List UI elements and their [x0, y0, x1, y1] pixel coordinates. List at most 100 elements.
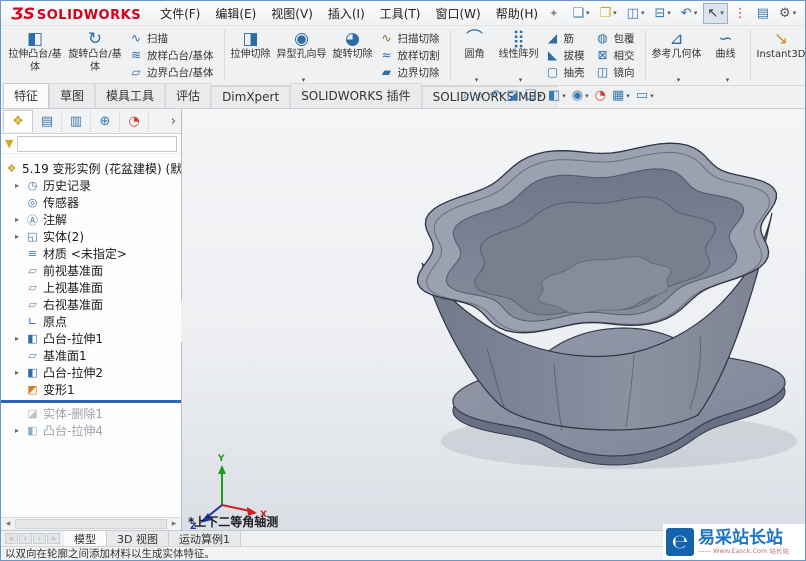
tree-item[interactable]: ▸ ◧ 凸台-拉伸2	[1, 364, 181, 381]
headsup-button[interactable]: ◧ ▾	[548, 88, 566, 103]
ribbon-button[interactable]: ⌒ 圆角 ▾	[454, 26, 496, 85]
command-tab[interactable]: 草图	[49, 83, 96, 108]
quickbar-button[interactable]: ❐ ▾	[596, 3, 621, 24]
headsup-button[interactable]: ⌕	[476, 88, 483, 103]
headsup-button[interactable]: ◔	[595, 88, 606, 103]
dropdown-icon[interactable]: ▾	[519, 76, 523, 85]
tree-item[interactable]: ▸ ∟ 原点	[1, 313, 181, 330]
dropdown-icon[interactable]: ▾	[650, 92, 654, 100]
quickbar-button[interactable]: ⚙ ▾	[775, 3, 800, 24]
ribbon-button[interactable]: ▱ 边界凸台/基体	[127, 64, 219, 80]
ribbon-button[interactable]: ◧ 拉伸凸台/基体	[5, 26, 65, 85]
tree-item[interactable]: ▸ ❖ 5.19 变形实例 (花盆建模) (默认<<默	[1, 160, 181, 177]
panel-tab[interactable]: ▤	[33, 110, 62, 132]
dropdown-icon[interactable]: ▾	[613, 9, 617, 17]
ribbon-button[interactable]: ≈ 放样切割	[378, 47, 445, 63]
menu-item[interactable]: 窗口(W)	[428, 2, 487, 25]
tree-item[interactable]: ▸ ▱ 基准面1	[1, 347, 181, 364]
study-tab[interactable]: 3D 视图	[107, 531, 169, 546]
tree-item[interactable]: ▸ ▱ 上视基准面	[1, 279, 181, 296]
quickbar-button[interactable]: ⚓	[802, 3, 805, 24]
rollback-bar[interactable]	[1, 400, 181, 403]
panel-tab[interactable]: ◔	[120, 110, 149, 132]
menu-item[interactable]: 视图(V)	[264, 2, 320, 25]
graphics-area[interactable]: YXZ *上下二等角轴测	[182, 109, 805, 530]
ribbon-button[interactable]: ◫ 镜向	[594, 64, 640, 80]
sheet-nav-button[interactable]: «	[5, 533, 18, 544]
expand-arrow-icon[interactable]: ▸	[15, 426, 25, 435]
headsup-button[interactable]: ↶	[490, 88, 501, 103]
scrollbar-thumb[interactable]	[15, 519, 167, 529]
panel-tab[interactable]: ▥	[62, 110, 91, 132]
quickbar-button[interactable]: ◫ ▾	[623, 3, 649, 24]
command-tab[interactable]: 特征	[3, 83, 50, 108]
panel-hscrollbar[interactable]: ◂ ▸	[1, 517, 181, 530]
chevron-right-icon[interactable]: ›	[171, 114, 176, 129]
ribbon-button[interactable]: ⊿ 参考几何体 ▾	[649, 26, 705, 85]
quickbar-button[interactable]: ❏ ▾	[568, 3, 593, 24]
tree-item[interactable]: ▸ ◱ 实体(2)	[1, 228, 181, 245]
expand-arrow-icon[interactable]: ▸	[15, 232, 25, 241]
dropdown-icon[interactable]: ▾	[677, 76, 681, 85]
headsup-button[interactable]: ◉ ▾	[572, 88, 589, 103]
ribbon-button[interactable]: ≋ 放样凸台/基体	[127, 47, 219, 63]
dropdown-icon[interactable]: ▾	[538, 92, 542, 100]
expand-arrow-icon[interactable]: ▸	[15, 334, 25, 343]
dropdown-icon[interactable]: ▾	[562, 92, 566, 100]
command-tab[interactable]: DimXpert	[211, 86, 291, 108]
panel-tab[interactable]: ❖	[3, 110, 33, 132]
ribbon-button[interactable]: ∿ 扫描切除	[378, 30, 445, 46]
menu-item[interactable]: 插入(I)	[321, 2, 372, 25]
sheet-nav-button[interactable]: ›	[33, 533, 46, 544]
dropdown-icon[interactable]: ▾	[667, 9, 671, 17]
ribbon-button[interactable]: ▰ 边界切除	[378, 64, 445, 80]
menu-item[interactable]: 工具(T)	[373, 2, 428, 25]
ribbon-button[interactable]: ◣ 拔模	[544, 47, 590, 63]
tree-item[interactable]: ▸ ◷ 历史记录	[1, 177, 181, 194]
study-tab[interactable]: 模型	[64, 531, 107, 546]
tree-filter-input[interactable]	[17, 135, 177, 152]
ribbon-button[interactable]: ⣿ 线性阵列 ▾	[496, 26, 542, 85]
panel-tab[interactable]: ⊕	[91, 110, 120, 132]
tree-item[interactable]: ▸ ≡ 材质 <未指定>	[1, 245, 181, 262]
ribbon-button[interactable]: ◍ 包覆	[594, 30, 640, 46]
dropdown-icon[interactable]: ▾	[694, 9, 698, 17]
ribbon-button[interactable]: ↻ 旋转凸台/基体	[65, 26, 125, 85]
sheet-nav-button[interactable]: »	[47, 533, 60, 544]
tree-item[interactable]: ▸ ◩ 变形1	[1, 381, 181, 398]
ribbon-button[interactable]: ◕ 旋转切除	[330, 26, 376, 85]
scroll-left-icon[interactable]: ◂	[3, 519, 13, 529]
tree-item[interactable]: ▸ ◪ 实体-删除1	[1, 405, 181, 422]
command-tab[interactable]: SOLIDWORKS 插件	[290, 83, 422, 108]
dropdown-icon[interactable]: ▾	[586, 9, 590, 17]
headsup-button[interactable]: ◪	[506, 88, 518, 103]
headsup-button[interactable]: ▦ ▾	[612, 88, 630, 103]
dropdown-icon[interactable]: ▾	[720, 9, 724, 17]
expand-arrow-icon[interactable]: ▸	[15, 181, 25, 190]
expand-arrow-icon[interactable]: ▸	[15, 215, 25, 224]
tree-item[interactable]: ▸ ▱ 右视基准面	[1, 296, 181, 313]
command-tab[interactable]: 模具工具	[95, 83, 166, 108]
ribbon-button[interactable]: ∿ 扫描	[127, 30, 219, 46]
study-tab[interactable]: 运动算例1	[168, 531, 241, 546]
ribbon-button[interactable]: ⊠ 相交	[594, 47, 640, 63]
headsup-button[interactable]: ▭ ▾	[636, 88, 654, 103]
dropdown-icon[interactable]: ▾	[726, 76, 730, 85]
dropdown-icon[interactable]: ▾	[585, 92, 589, 100]
ribbon-button[interactable]: ↘ Instant3D	[754, 26, 805, 85]
ribbon-button[interactable]: ◉ 异型孔向导 ▾	[274, 26, 330, 85]
expand-arrow-icon[interactable]: ▸	[15, 368, 25, 377]
tree-item[interactable]: ▸ ◧ 凸台-拉伸4	[1, 422, 181, 439]
ribbon-button[interactable]: ◨ 拉伸切除	[228, 26, 274, 85]
quickbar-button[interactable]: ↖ ▾	[703, 2, 728, 24]
headsup-button[interactable]: ⌕	[463, 88, 470, 103]
tree-item[interactable]: ▸ ◎ 传感器	[1, 194, 181, 211]
headsup-button[interactable]: ❏ ▾	[525, 88, 542, 103]
sheet-nav-button[interactable]: ‹	[19, 533, 32, 544]
menu-item[interactable]: 文件(F)	[153, 2, 207, 25]
tree-item[interactable]: ▸ ◧ 凸台-拉伸1	[1, 330, 181, 347]
dropdown-icon[interactable]: ▾	[475, 76, 479, 85]
quickbar-button[interactable]: ⋮	[730, 3, 751, 24]
tree-item[interactable]: ▸ ▱ 前视基准面	[1, 262, 181, 279]
pin-icon[interactable]: ✦	[549, 7, 558, 20]
